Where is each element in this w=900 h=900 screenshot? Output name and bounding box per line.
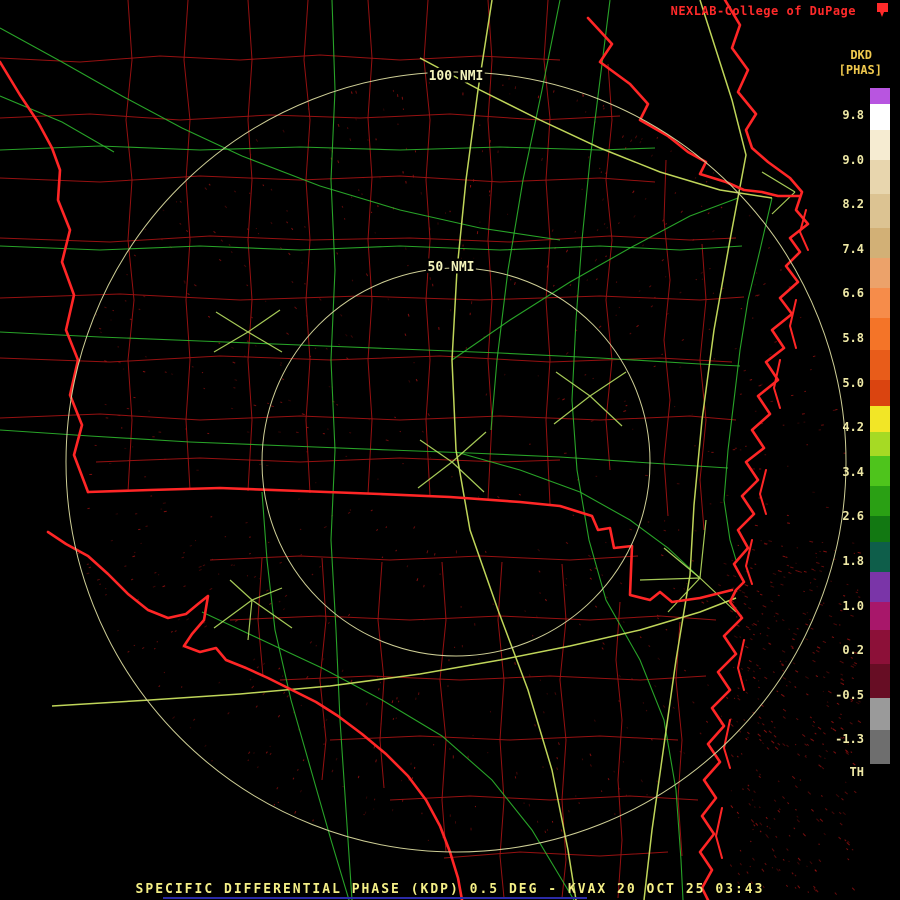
colorbar-tick: 3.4 <box>842 464 864 479</box>
colorbar-tick: 1.0 <box>842 598 864 613</box>
colorbar-tick: 0.2 <box>842 643 864 658</box>
colorbar-tick: 9.0 <box>842 152 864 167</box>
colorbar-segment <box>870 698 890 730</box>
colorbar-tick: 8.2 <box>842 197 864 212</box>
colorbar-segment <box>870 432 890 456</box>
colorbar-segment <box>870 130 890 160</box>
range-ring-label-50: 50 NMI <box>428 260 475 275</box>
colorbar-tick: -0.5 <box>835 687 864 702</box>
colorbar-segment <box>870 630 890 664</box>
colorbar-threshold-label: TH <box>849 765 864 779</box>
colorbar-segment <box>870 350 890 380</box>
caption-underline <box>163 897 587 899</box>
colorbar-segment <box>870 318 890 350</box>
radar-display: 100 NMI 50 NMI NEXLAB-College of DuPage … <box>0 0 900 900</box>
colorbar-segment <box>870 542 890 572</box>
range-ring-100nmi <box>65 71 847 853</box>
colorbar-segment <box>870 664 890 698</box>
colorbar-segment <box>870 730 890 764</box>
colorbar-segment <box>870 228 890 258</box>
colorbar-segment <box>870 88 890 104</box>
colorbar-tick: -1.3 <box>835 732 864 747</box>
colorbar-segment <box>870 160 890 194</box>
colorbar-segment <box>870 194 890 228</box>
colorbar <box>870 88 890 764</box>
colorbar-tick: 7.4 <box>842 241 864 256</box>
colorbar-segment <box>870 288 890 318</box>
range-ring-label-100: 100 NMI <box>429 69 484 84</box>
colorbar-tick: 4.2 <box>842 420 864 435</box>
colorbar-segment <box>870 516 890 542</box>
colorbar-segment <box>870 486 890 516</box>
colorbar-tick: 5.0 <box>842 375 864 390</box>
product-tag: [PHAS] <box>838 63 882 77</box>
cod-logo-icon <box>877 3 888 17</box>
product-code: DKD <box>850 48 872 62</box>
colorbar-segment <box>870 602 890 630</box>
colorbar-segment <box>870 572 890 602</box>
range-ring-50nmi <box>261 267 651 657</box>
kdp-speckles <box>73 72 862 895</box>
radar-map: 100 NMI 50 NMI <box>0 0 862 900</box>
colorbar-tick: 6.6 <box>842 286 864 301</box>
colorbar-tick: 5.8 <box>842 331 864 345</box>
colorbar-segment <box>870 456 890 486</box>
colorbar-segment <box>870 380 890 406</box>
colorbar-tick: 9.8 <box>842 108 864 122</box>
colorbar-segment <box>870 104 890 130</box>
colorbar-tick: 2.6 <box>842 509 864 524</box>
colorbar-segment <box>870 406 890 432</box>
colorbar-tick: 1.8 <box>842 554 864 568</box>
product-caption: SPECIFIC DIFFERENTIAL PHASE (KDP) 0.5 DE… <box>135 882 765 897</box>
colorbar-segment <box>870 258 890 288</box>
brand-text: NEXLAB-College of DuPage <box>670 4 856 18</box>
roads-layer <box>0 0 773 900</box>
